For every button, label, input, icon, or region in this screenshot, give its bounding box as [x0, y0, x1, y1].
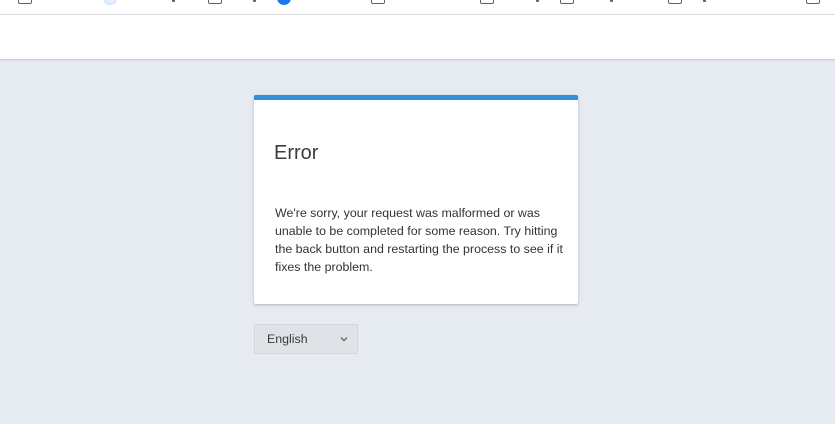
folder-icon[interactable] [480, 0, 494, 4]
app-header [0, 15, 835, 60]
folder-icon[interactable] [806, 0, 820, 4]
error-title: Error [274, 142, 319, 164]
folder-icon[interactable] [371, 0, 385, 4]
folder-icon[interactable] [668, 0, 682, 4]
bookmark-fragment [253, 0, 256, 2]
bookmarks-bar [0, 0, 835, 15]
folder-icon[interactable] [208, 0, 222, 4]
error-card: Error We're sorry, your request was malf… [254, 95, 578, 304]
folder-icon[interactable] [560, 0, 574, 4]
folder-icon[interactable] [18, 0, 32, 4]
bookmark-fragment [610, 0, 613, 2]
bookmark-fragment [536, 0, 539, 2]
bookmark-fragment [703, 0, 706, 2]
language-select[interactable]: English [254, 324, 358, 354]
error-message: We're sorry, your request was malformed … [275, 206, 563, 274]
language-select-value: English [267, 332, 308, 346]
chevron-down-icon [340, 337, 348, 342]
facebook-icon[interactable] [277, 0, 291, 5]
bookmark-fragment [172, 0, 175, 2]
profile-icon[interactable] [103, 0, 117, 5]
